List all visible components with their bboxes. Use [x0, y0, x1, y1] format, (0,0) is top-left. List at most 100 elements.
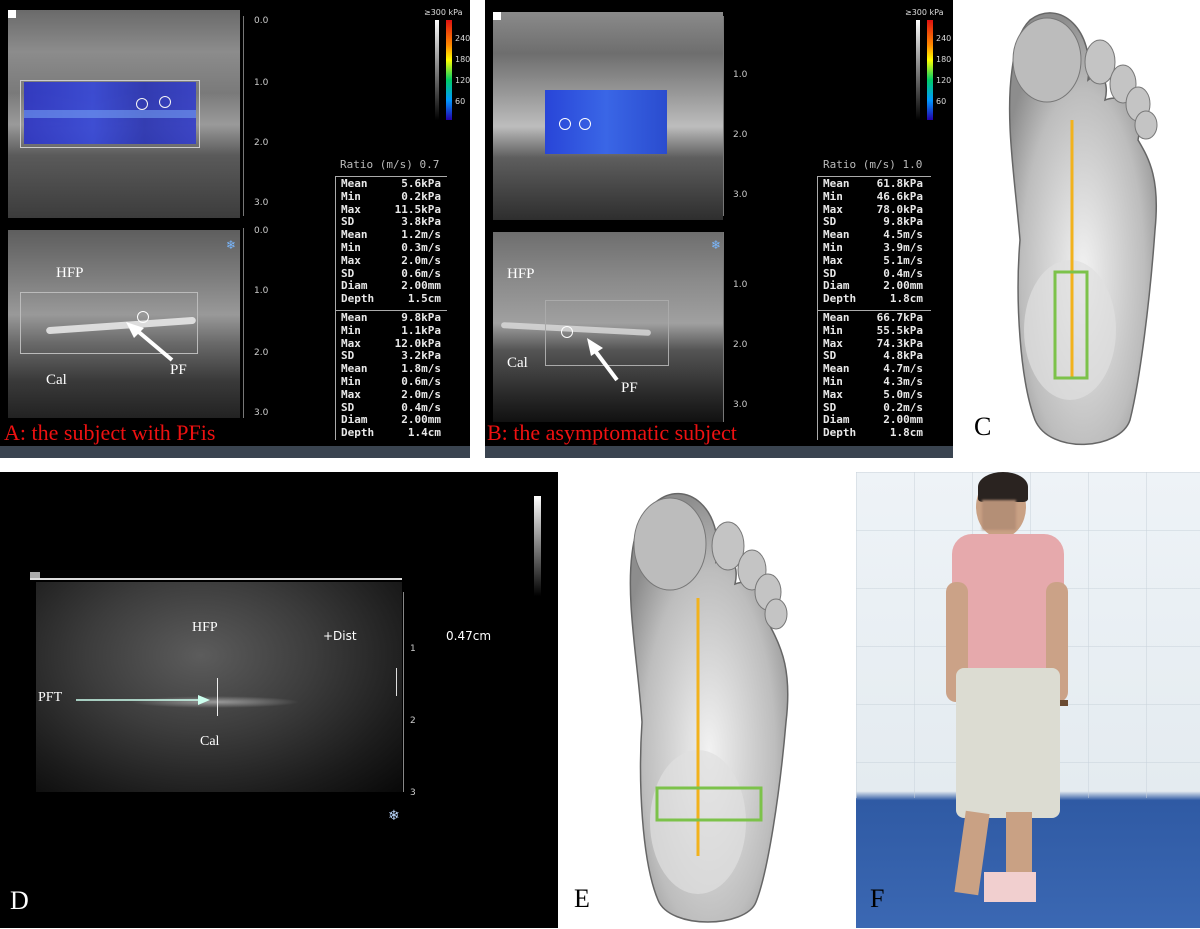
stats-row: Min 55.5kPa	[823, 323, 923, 338]
depth-label: 2	[410, 716, 416, 726]
foot-sole-illustration	[629, 492, 789, 923]
stats-row: Depth 1.8cm	[823, 292, 923, 306]
stats-key: Max	[341, 253, 361, 267]
stats-row: Mean 5.6kPa	[341, 177, 441, 191]
colorbar-label: 180	[936, 55, 952, 64]
blurred-face	[982, 500, 1016, 530]
stats-value: 9.8kPa	[401, 311, 441, 324]
stats-key: Mean	[341, 177, 368, 190]
stats-key: Depth	[341, 292, 375, 306]
stats-row: Min 4.3m/s	[823, 374, 923, 389]
stats-value: 1.4cm	[407, 426, 441, 440]
pft-arrow-icon	[76, 695, 210, 705]
depth-label: 0.0	[254, 16, 269, 26]
stats-row: Mean 61.8kPa	[823, 177, 923, 191]
depth-label: 3.0	[733, 400, 748, 410]
depth-label: 1.0	[254, 286, 269, 296]
freeze-icon: ❄	[226, 238, 237, 252]
panel-f-photo: F	[856, 472, 1200, 928]
colorbar-label: 120	[936, 76, 952, 85]
stats-value: 3.9m/s	[883, 240, 923, 254]
colorbar-label: 60	[455, 97, 466, 106]
depth-label: 1.0	[254, 78, 269, 88]
stats-key: Min	[823, 189, 843, 203]
panel-letter-c: C	[974, 412, 992, 441]
stats-row: Depth 1.5cm	[341, 292, 441, 306]
depth-label: 2.0	[733, 340, 748, 350]
depth-label: 0.0	[254, 226, 269, 236]
foam-block	[984, 872, 1036, 902]
stats-key: Depth	[823, 292, 857, 306]
stats-value: 55.5kPa	[876, 323, 923, 337]
stats-row: Depth 1.4cm	[341, 426, 441, 440]
stats-value: 0.2kPa	[401, 189, 441, 203]
stats-table-2: Mean 9.8kPa Min 1.1kPa Max 12.0kPa SD 3.2kPa Mea…	[341, 311, 441, 440]
depth-label: 2.0	[254, 348, 269, 358]
stats-key: Min	[823, 374, 843, 388]
stats-key: Depth	[823, 426, 857, 440]
colorbar-label: 240	[455, 34, 470, 43]
stats-value: 5.1m/s	[883, 253, 923, 267]
ratio-readout: Ratio (m/s) 0.7	[340, 158, 440, 171]
stats-value: 1.8cm	[889, 292, 923, 306]
roi-circle	[579, 118, 591, 130]
stats-key: Min	[341, 189, 361, 203]
stats-row: Min 0.6m/s	[341, 374, 441, 389]
label-hfp: HFP	[56, 265, 84, 281]
stats-key: Mean	[341, 311, 368, 324]
caption-b: B: the asymptomatic subject	[487, 420, 737, 445]
stats-key: Min	[823, 323, 843, 337]
stats-value: 5.6kPa	[401, 177, 441, 190]
stats-key: Min	[341, 323, 361, 337]
stats-value: 1.5cm	[407, 292, 441, 306]
label-pft: PFT	[38, 690, 63, 705]
stats-value: 1.8cm	[889, 426, 923, 440]
colorbar	[927, 20, 933, 120]
caliper-line	[217, 678, 218, 716]
panel-d-ultrasound: HFP PFT Cal +Dist 0.47cm 1 2 3 ❄ D	[0, 472, 558, 928]
stats-row: Max 2.0m/s	[341, 253, 441, 268]
caption-a: A: the subject with PFis	[4, 420, 216, 445]
colorbar-label: 120	[455, 76, 470, 85]
ratio-readout: Ratio (m/s) 1.0	[823, 158, 923, 171]
depth-label: 1.0	[733, 70, 748, 80]
colorbar	[446, 20, 452, 120]
freeze-icon: ❄	[711, 238, 722, 252]
stats-key: Max	[823, 387, 843, 401]
depth-label: 3.0	[254, 408, 269, 418]
label-hfp: HFP	[507, 266, 535, 282]
stats-key: Min	[341, 240, 361, 254]
panel-letter-f: F	[870, 884, 885, 913]
depth-label: 2.0	[254, 138, 269, 148]
stats-row: Max 5.1m/s	[823, 253, 923, 268]
stats-row: Min 46.6kPa	[823, 189, 923, 204]
roi-circle	[561, 326, 573, 338]
panel-c-foot-diagram: C	[960, 0, 1200, 460]
stats-row: Min 0.2kPa	[341, 189, 441, 204]
panel-a-ultrasound: 0.0 1.0 2.0 3.0 0.0 1.0 2.0 3.0 ❄ HFP Ca…	[0, 0, 470, 458]
stats-table-1: Mean 61.8kPa Min 46.6kPa Max 78.0kPa SD 9.8kPa M…	[823, 177, 923, 306]
label-dist: +Dist	[323, 629, 357, 643]
stats-value: 2.0m/s	[401, 387, 441, 401]
gray-scale-bar	[534, 496, 541, 596]
depth-label: 1	[410, 644, 416, 654]
stats-row: Mean 66.7kPa	[823, 311, 923, 325]
label-cal: Cal	[200, 734, 220, 749]
stats-key: Max	[823, 253, 843, 267]
stats-row: Max 2.0m/s	[341, 387, 441, 402]
stats-row: Mean 9.8kPa	[341, 311, 441, 325]
stats-row: Min 3.9m/s	[823, 240, 923, 255]
stats-table-2: Mean 66.7kPa Min 55.5kPa Max 74.3kPa SD 4.8kPa M…	[823, 311, 923, 440]
label-cal: Cal	[507, 355, 528, 371]
colorbar-gray	[435, 20, 439, 120]
stats-value: 46.6kPa	[876, 189, 923, 203]
panel-b-ultrasound: 1.0 2.0 3.0 1.0 2.0 3.0 ❄ HFP Cal PF ≥30…	[485, 0, 953, 458]
stats-value: 0.6m/s	[401, 374, 441, 388]
elastography-overlay	[545, 90, 667, 154]
label-hfp: HFP	[192, 620, 218, 635]
stats-row: Min 0.3m/s	[341, 240, 441, 255]
person-pants	[956, 668, 1060, 818]
stats-key: Min	[823, 240, 843, 254]
stats-row: Depth 1.8cm	[823, 426, 923, 440]
freeze-icon: ❄	[388, 808, 400, 824]
